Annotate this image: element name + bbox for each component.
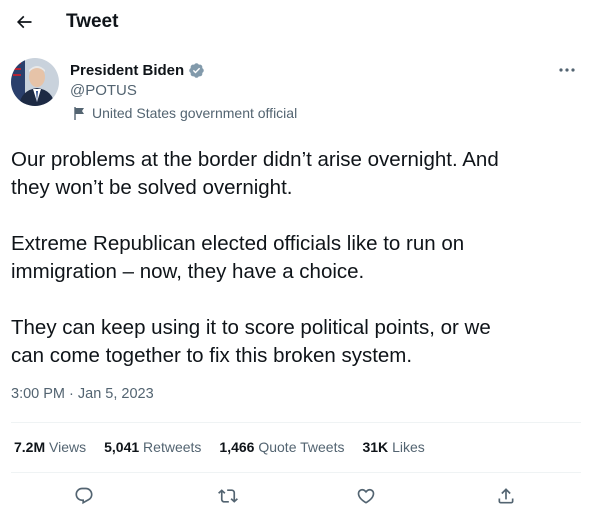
flag-icon — [74, 106, 84, 120]
likes-stat[interactable]: 31K Likes — [362, 438, 424, 456]
author-name: President Biden — [70, 62, 185, 79]
retweets-label: Retweets — [143, 439, 202, 455]
share-icon — [498, 488, 514, 504]
tweet-actions — [0, 478, 591, 514]
reply-icon — [75, 487, 93, 505]
reply-button[interactable] — [70, 482, 98, 510]
divider — [11, 422, 581, 423]
tweet-timestamp[interactable]: 3:00 PM · Jan 5, 2023 — [11, 385, 154, 403]
government-label[interactable]: United States government official — [74, 104, 297, 122]
views-count: 7.2M — [14, 439, 46, 455]
retweet-button[interactable] — [214, 482, 242, 510]
retweets-stat[interactable]: 5,041 Retweets — [104, 438, 201, 456]
arrow-left-icon — [16, 15, 32, 29]
views-label: Views — [49, 439, 87, 455]
likes-count: 31K — [362, 439, 389, 455]
government-label-text: United States government official — [92, 105, 298, 121]
tweet-stats: 7.2M Views 5,041 Retweets 1,466 Quote Tw… — [14, 438, 443, 456]
quote-tweets-stat[interactable]: 1,466 Quote Tweets — [219, 438, 344, 456]
tweet-header: Tweet — [0, 0, 591, 44]
tweet-paragraph: Our problems at the border didn’t arise … — [11, 148, 499, 199]
verified-badge-icon — [189, 63, 204, 78]
author-name-row[interactable]: President Biden — [70, 61, 205, 80]
quote-tweets-label: Quote Tweets — [258, 439, 345, 455]
tweet-paragraph: They can keep using it to score politica… — [11, 316, 491, 367]
retweet-icon — [218, 489, 238, 503]
views-stat[interactable]: 7.2M Views — [14, 438, 86, 456]
tweet-paragraph: Extreme Republican elected officials lik… — [11, 232, 465, 283]
more-options-button[interactable] — [555, 60, 579, 80]
likes-label: Likes — [392, 439, 425, 455]
tweet-text: Our problems at the border didn’t arise … — [11, 146, 581, 370]
back-button[interactable] — [8, 6, 40, 38]
heart-icon — [357, 488, 375, 504]
divider — [11, 472, 581, 473]
quote-tweets-count: 1,466 — [219, 439, 255, 455]
author-handle[interactable]: @POTUS — [70, 81, 137, 100]
retweets-count: 5,041 — [104, 439, 140, 455]
avatar[interactable] — [11, 58, 59, 106]
more-dots-icon — [559, 68, 575, 72]
page-title: Tweet — [66, 11, 119, 32]
share-button[interactable] — [492, 482, 520, 510]
like-button[interactable] — [352, 482, 380, 510]
